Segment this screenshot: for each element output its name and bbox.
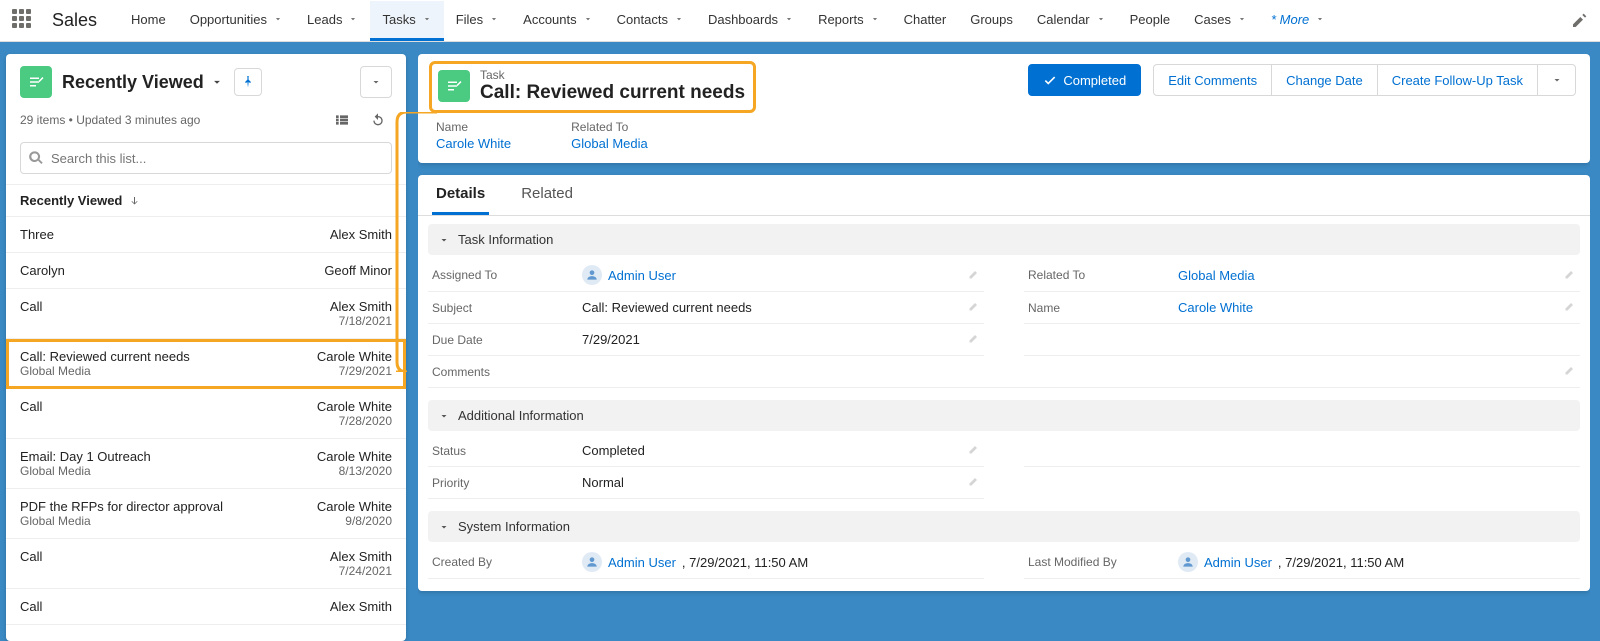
refresh-button[interactable] <box>364 106 392 134</box>
list-item[interactable]: ThreeAlex Smith <box>6 217 406 253</box>
nav-item-dashboards[interactable]: Dashboards <box>696 1 806 41</box>
record-panel: Task Call: Reviewed current needs Comple… <box>418 54 1590 641</box>
record-body: Details Related Task Information Assigne… <box>418 175 1590 591</box>
record-type: Task <box>480 68 745 82</box>
chevron-down-icon <box>273 12 283 27</box>
name-link[interactable]: Carole White <box>1178 300 1253 315</box>
create-followup-button[interactable]: Create Follow-Up Task <box>1378 64 1538 96</box>
section-system-information[interactable]: System Information <box>428 511 1580 542</box>
edit-icon[interactable] <box>968 475 980 490</box>
arrow-down-icon <box>128 195 140 207</box>
task-object-icon <box>438 70 470 102</box>
field-label: Name <box>436 120 511 134</box>
record-header: Task Call: Reviewed current needs Comple… <box>418 54 1590 163</box>
display-toggle-button[interactable] <box>328 106 356 134</box>
list-view-name[interactable]: Recently Viewed <box>62 72 224 93</box>
completed-button[interactable]: Completed <box>1028 64 1141 96</box>
chevron-down-icon <box>870 12 880 27</box>
list-meta: 29 items • Updated 3 minutes ago <box>20 113 200 127</box>
chevron-down-icon <box>1237 12 1247 27</box>
app-name: Sales <box>52 10 97 31</box>
list-panel: Recently Viewed 29 items • Updated 3 min… <box>6 54 406 641</box>
change-date-button[interactable]: Change Date <box>1272 64 1378 96</box>
list-controls-button[interactable] <box>360 66 392 98</box>
app-launcher-icon[interactable] <box>12 9 36 33</box>
nav-item-files[interactable]: Files <box>444 1 511 41</box>
nav-item-leads[interactable]: Leads <box>295 1 370 41</box>
list-item[interactable]: CallAlex Smith7/18/2021 <box>6 289 406 339</box>
list-item[interactable]: CallAlex Smith7/24/2021 <box>6 539 406 589</box>
nav-item-chatter[interactable]: Chatter <box>892 1 959 41</box>
avatar-icon <box>582 552 602 572</box>
pin-button[interactable] <box>234 68 262 96</box>
edit-icon[interactable] <box>1564 268 1576 283</box>
section-task-information[interactable]: Task Information <box>428 224 1580 255</box>
modified-by-link[interactable]: Admin User <box>1204 555 1272 570</box>
assigned-to-link[interactable]: Admin User <box>608 268 676 283</box>
list-item[interactable]: CarolynGeoff Minor <box>6 253 406 289</box>
chevron-down-icon <box>438 410 450 422</box>
list-item[interactable]: CallAlex Smith <box>6 589 406 625</box>
edit-icon[interactable] <box>968 300 980 315</box>
nav-more[interactable]: * More <box>1259 1 1337 41</box>
tab-details[interactable]: Details <box>432 175 489 215</box>
list-item[interactable]: Call: Reviewed current needsGlobal Media… <box>6 339 406 389</box>
edit-comments-button[interactable]: Edit Comments <box>1153 64 1272 96</box>
search-icon <box>28 150 44 166</box>
avatar-icon <box>582 265 602 285</box>
tab-related[interactable]: Related <box>517 175 577 215</box>
nav-item-reports[interactable]: Reports <box>806 1 892 41</box>
list-item[interactable]: Email: Day 1 OutreachGlobal MediaCarole … <box>6 439 406 489</box>
section-additional-information[interactable]: Additional Information <box>428 400 1580 431</box>
record-title-callout: Task Call: Reviewed current needs <box>432 64 753 110</box>
name-link[interactable]: Carole White <box>436 136 511 151</box>
more-actions-button[interactable] <box>1538 64 1576 96</box>
chevron-down-icon <box>674 12 684 27</box>
nav-item-people[interactable]: People <box>1118 1 1182 41</box>
created-by-link[interactable]: Admin User <box>608 555 676 570</box>
edit-nav-icon[interactable] <box>1566 8 1592 34</box>
nav-item-accounts[interactable]: Accounts <box>511 1 604 41</box>
nav-item-cases[interactable]: Cases <box>1182 1 1259 41</box>
nav-item-calendar[interactable]: Calendar <box>1025 1 1118 41</box>
chevron-down-icon <box>348 12 358 27</box>
nav-item-contacts[interactable]: Contacts <box>605 1 696 41</box>
chevron-down-icon <box>422 12 432 27</box>
nav-item-tasks[interactable]: Tasks <box>370 1 443 41</box>
chevron-down-icon <box>438 521 450 533</box>
edit-icon[interactable] <box>968 332 980 347</box>
list-item[interactable]: PDF the RFPs for director approvalGlobal… <box>6 489 406 539</box>
chevron-down-icon <box>1096 12 1106 27</box>
workspace: Recently Viewed 29 items • Updated 3 min… <box>0 42 1600 641</box>
edit-icon[interactable] <box>968 443 980 458</box>
record-title: Call: Reviewed current needs <box>480 82 745 104</box>
edit-icon[interactable] <box>1564 364 1576 379</box>
related-to-link[interactable]: Global Media <box>1178 268 1255 283</box>
sort-header[interactable]: Recently Viewed <box>6 184 406 217</box>
chevron-down-icon <box>583 12 593 27</box>
nav-item-opportunities[interactable]: Opportunities <box>178 1 295 41</box>
edit-icon[interactable] <box>1564 300 1576 315</box>
related-to-link[interactable]: Global Media <box>571 136 648 151</box>
chevron-down-icon <box>210 75 224 89</box>
nav-item-groups[interactable]: Groups <box>958 1 1025 41</box>
edit-icon[interactable] <box>968 268 980 283</box>
chevron-down-icon <box>489 12 499 27</box>
chevron-down-icon <box>438 234 450 246</box>
field-label: Related To <box>571 120 648 134</box>
nav-item-home[interactable]: Home <box>119 1 178 41</box>
global-nav: Sales HomeOpportunitiesLeadsTasksFilesAc… <box>0 0 1600 42</box>
chevron-down-icon <box>784 12 794 27</box>
search-list-input[interactable] <box>20 142 392 174</box>
task-object-icon <box>20 66 52 98</box>
list-item[interactable]: CallCarole White7/28/2020 <box>6 389 406 439</box>
avatar-icon <box>1178 552 1198 572</box>
